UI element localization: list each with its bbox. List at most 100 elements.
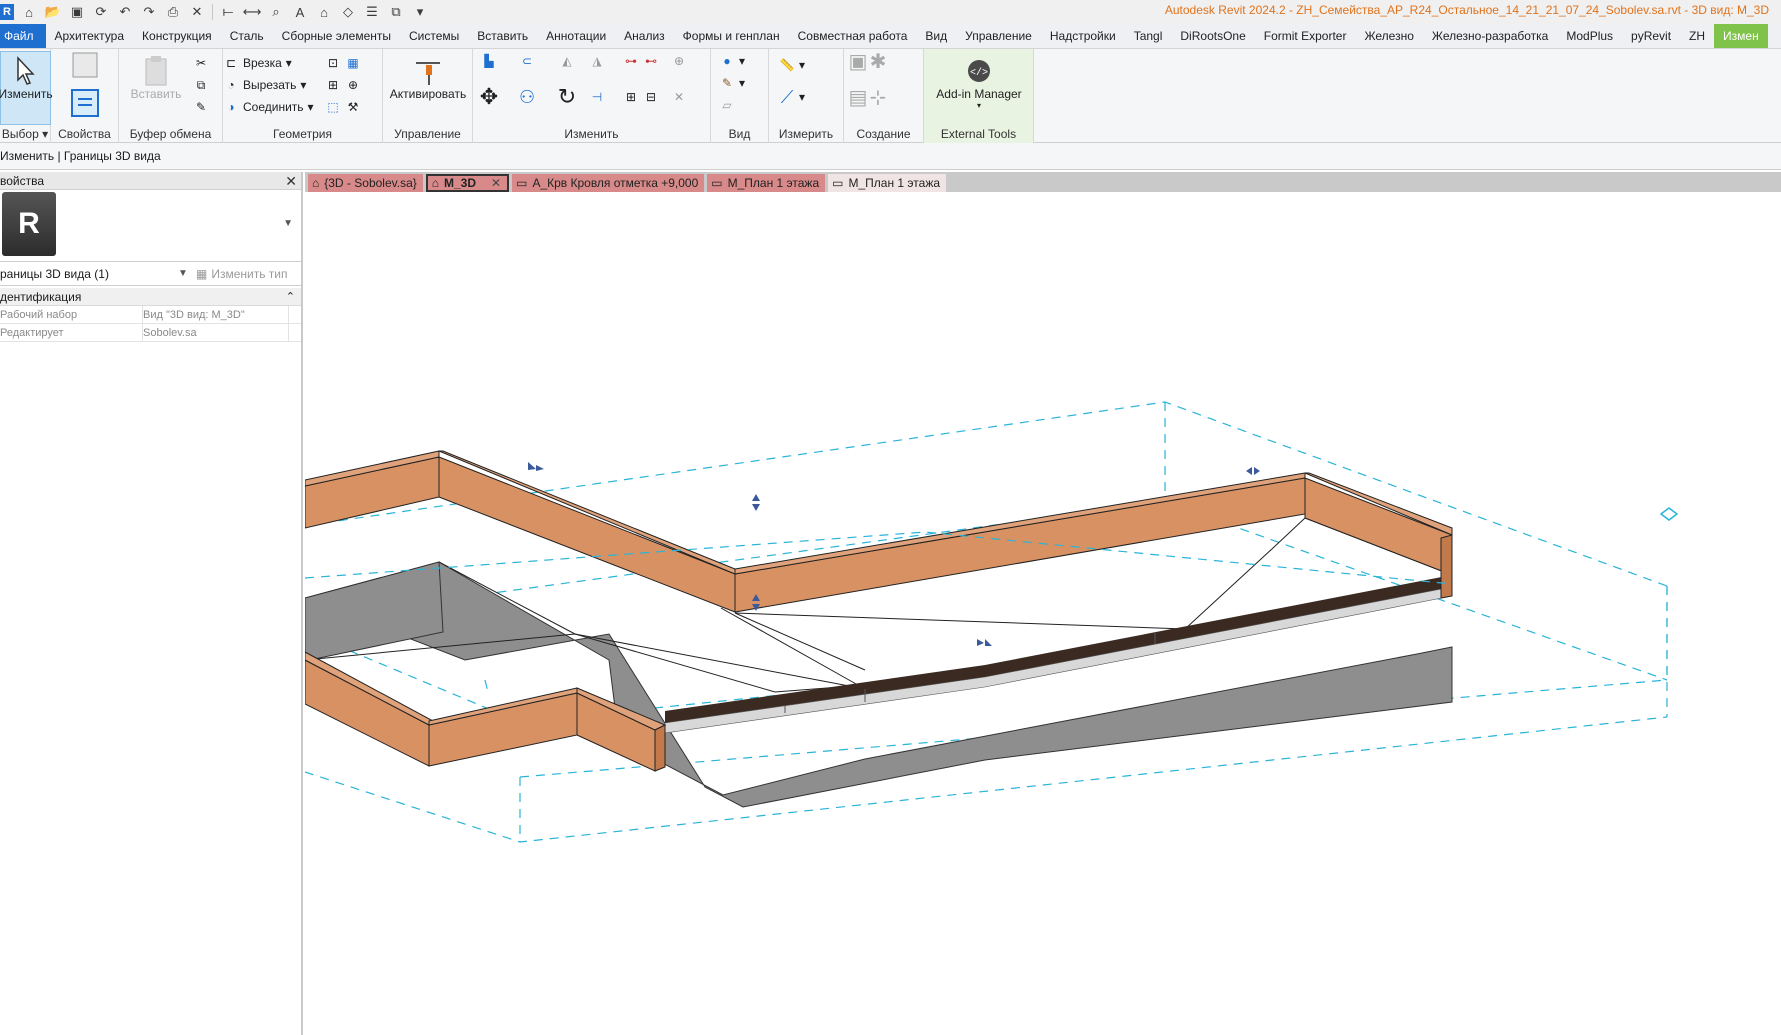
sync-icon[interactable]: ⟳ [92,3,110,21]
grip-arrow-icon[interactable] [985,639,992,646]
rotate-grip-icon[interactable] [1659,507,1679,521]
grip-arrow-icon[interactable] [752,494,760,501]
ribbon-tab[interactable]: Файл [0,24,46,48]
activate-button[interactable]: Активировать [389,55,467,101]
match-type-button[interactable]: ✎ [193,99,209,115]
ribbon-tab[interactable]: Анализ [615,24,674,48]
select-panel-label[interactable]: Выбор ▾ [0,127,50,141]
ribbon-tab[interactable]: Совместная работа [789,24,917,48]
join-button[interactable]: ◑ Соединить ▾ [223,99,313,115]
create-assembly-button[interactable]: ▣ ✱ [849,51,887,73]
ribbon-tab[interactable]: Железно [1355,24,1422,48]
ribbon-tab[interactable]: Архитектура [46,24,134,48]
delete-button[interactable]: ✕ [671,89,687,105]
open-icon[interactable]: 📂 [44,3,62,21]
undo-icon[interactable]: ↶ [116,3,134,21]
view-tab[interactable]: ▭ М_План 1 этажа [828,174,947,192]
dimension-icon[interactable]: ⟷ [243,3,262,21]
override-graphics-button[interactable]: ✎ ▾ [719,75,745,91]
cope-button[interactable]: ⊏ Врезка ▾ [223,55,292,71]
ribbon-tab[interactable]: Измен [1714,24,1768,48]
properties-header[interactable]: войства ✕ [0,172,301,190]
copy-button[interactable]: ⧉ [193,77,209,93]
measure-icon[interactable]: ⟝ [219,3,237,21]
trim-button[interactable]: ⊣ [589,89,605,105]
view-tab[interactable]: ▭ А_Крв Кровля отметка +9,000 [512,174,705,192]
edit-type-button[interactable]: ▦ Изменить тип [196,262,288,286]
grip-arrow-icon[interactable] [528,462,536,470]
pin-button[interactable]: ⊕ [671,53,687,69]
cut-clip-button[interactable]: ✂ [193,55,209,71]
default-3d-view-icon[interactable]: ⌂ [315,3,333,21]
close-icon[interactable]: ✕ [285,172,297,190]
text-icon[interactable]: A [291,3,309,21]
array-button[interactable]: ⊞ ⊟ [623,89,659,105]
ribbon-tab[interactable]: Formit Exporter [1255,24,1356,48]
customize-qat-icon[interactable]: ▾ [411,3,429,21]
print-icon[interactable]: ⎙ [164,3,182,21]
view-tab[interactable]: ⌂ {3D - Sobolev.sa} [308,174,423,192]
aligned-dimension-button[interactable]: ⟋ ▾ [779,87,805,107]
type-properties-icon-stack[interactable] [65,49,105,81]
switch-windows-icon[interactable]: ⧉ [387,3,405,21]
cut-geometry-button[interactable]: ◔ Вырезать ▾ [223,77,306,93]
grip-arrow-icon[interactable] [752,504,760,511]
ribbon-tab[interactable]: Tangl [1125,24,1172,48]
type-selector[interactable]: R ▼ [0,190,301,262]
ribbon-tab[interactable]: ZH [1680,24,1714,48]
ribbon-tab[interactable]: Системы [400,24,468,48]
property-group-identity[interactable]: дентификация ⌃ [0,288,301,306]
ribbon-tab[interactable]: Управление [956,24,1041,48]
ribbon-tab[interactable]: DiRootsOne [1171,24,1254,48]
chevron-down-icon[interactable]: ▼ [283,218,293,229]
measure-between-button[interactable]: 📏 ▾ [779,57,806,73]
close-hidden-icon[interactable]: ✕ [188,3,206,21]
copy-element-button[interactable]: ⚇ [519,87,535,107]
grip-arrow-icon[interactable] [1254,467,1260,475]
property-row[interactable]: Рабочий набор Вид "3D вид: M_3D" [0,306,301,324]
rotate-button[interactable]: ↻ [558,84,576,109]
ribbon-tab[interactable]: Конструкция [133,24,221,48]
section-icon[interactable]: ◇ [339,3,357,21]
grip-arrow-icon[interactable] [536,465,544,471]
properties-button[interactable] [65,87,105,119]
view-tab[interactable]: ⌂ M_3D ✕ [425,174,510,192]
drawing-area-3d[interactable] [305,192,1781,1035]
ribbon-tab[interactable]: Сборные элементы [273,24,400,48]
ribbon-tab[interactable]: Аннотации [537,24,615,48]
move-button[interactable]: ✥ [480,84,498,109]
grip-arrow-icon[interactable] [1246,467,1252,475]
modify-button[interactable]: Изменить [0,55,53,101]
collapse-icon[interactable]: ⌃ [286,288,295,306]
tag-icon[interactable]: ⌕ [267,3,285,21]
revit-app-icon[interactable]: R [0,4,14,20]
split-button[interactable]: ⊶ ⊷ [623,53,659,69]
close-tab-icon[interactable]: ✕ [491,176,501,190]
addin-manager-button[interactable]: </> Add-in Manager ▾ [928,55,1030,110]
paste-button[interactable]: Вставить [129,55,183,101]
linework-button[interactable]: ▱ [719,97,735,113]
save-icon[interactable]: ▣ [68,3,86,21]
ribbon-tab[interactable]: pyRevit [1622,24,1680,48]
ribbon-tab[interactable]: Вид [916,24,956,48]
chevron-down-icon[interactable]: ▼ [178,262,188,286]
instance-filter[interactable]: раницы 3D вида (1) ▼ ▦ Изменить тип [0,262,301,286]
split-face-button[interactable]: ⊡ ▦ [325,55,361,71]
hide-element-button[interactable]: ● ▾ [719,53,745,69]
ribbon-tab[interactable]: Железно-разработка [1423,24,1557,48]
ribbon-tab[interactable]: Сталь [221,24,273,48]
mirror-axis-button[interactable]: ◭ [559,53,575,69]
wall-joins-button[interactable]: ⊞ ⊕ [325,77,361,93]
ribbon-tab[interactable]: Вставить [468,24,537,48]
thin-lines-icon[interactable]: ☰ [363,3,381,21]
grip-arrow-icon[interactable] [977,639,984,646]
redo-icon[interactable]: ↷ [140,3,158,21]
home-icon[interactable]: ⌂ [20,3,38,21]
ribbon-tab[interactable]: Формы и генплан [674,24,789,48]
demolish-button[interactable]: ⬚ ⚒ [325,99,361,115]
offset-button[interactable]: ⊂ [519,53,535,69]
align-button[interactable]: ▙ [481,53,497,69]
view-tab[interactable]: ▭ М_План 1 этажа [707,174,826,192]
ribbon-tab[interactable]: ModPlus [1557,24,1622,48]
property-row[interactable]: Редактирует Sobolev.sa [0,324,301,342]
